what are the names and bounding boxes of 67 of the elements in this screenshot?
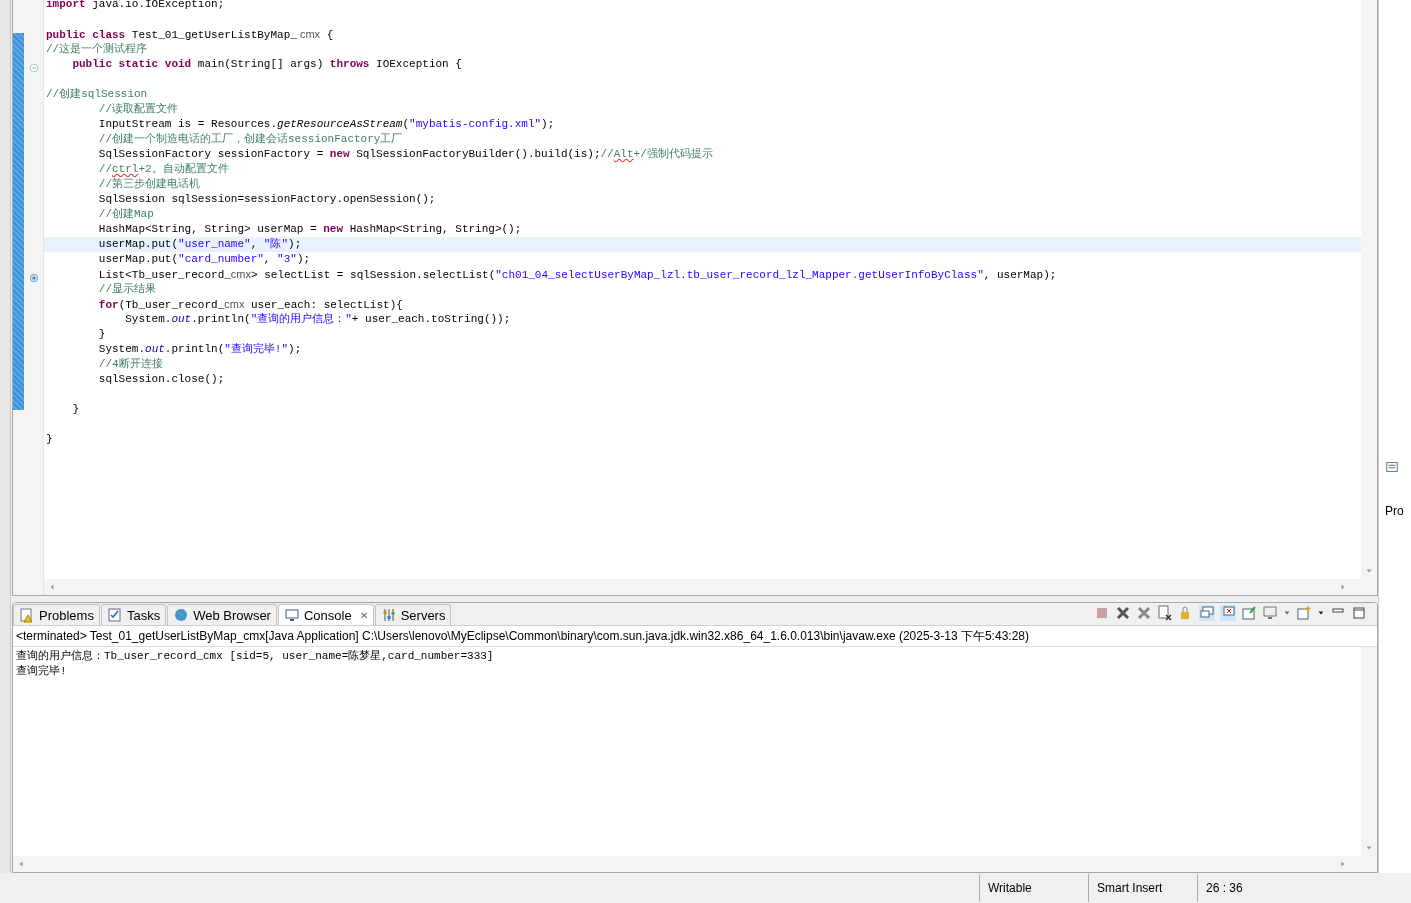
- code-editor[interactable]: [12, 0, 1378, 596]
- scroll-down-icon: [1365, 567, 1373, 575]
- dropdown-icon: [1317, 609, 1325, 617]
- code-line: //创建sqlSession: [45, 87, 149, 102]
- outline-icon: [1385, 460, 1399, 474]
- panel-tab[interactable]: Console ✕: [277, 604, 374, 625]
- code-line: SqlSessionFactory sessionFactory = new SqlSessionFactoryBuilder().build(is);//Alt+/强制代码提示: [97, 147, 714, 162]
- code-line: //ctrl+2。自动配置文件: [97, 162, 230, 177]
- display-icon[interactable]: [1262, 605, 1278, 621]
- code-line: //读取配置文件: [97, 102, 179, 117]
- maximize-icon[interactable]: [1351, 605, 1367, 621]
- pin-icon[interactable]: [1241, 605, 1257, 621]
- code-line: InputStream is = Resources.getResourceAsStream("mybatis-config.xml");: [97, 117, 556, 132]
- remove-icon[interactable]: [1115, 605, 1131, 621]
- status-text: Writable: [988, 881, 1032, 895]
- code-line: System.out.println("查询完毕!");: [97, 342, 303, 357]
- code-line: //这是一个测试程序: [45, 42, 149, 57]
- clear-console-icon[interactable]: [1157, 605, 1173, 621]
- code-line: public class Test_01_getUserListByMap_ cmx {: [45, 27, 335, 42]
- monitor-icon[interactable]: [1199, 605, 1215, 621]
- monitor-icon: [283, 607, 300, 623]
- tab-label: Servers: [400, 607, 446, 623]
- monitor-error-icon[interactable]: [1220, 605, 1236, 621]
- code-line: userMap.put("card_number", "3");: [97, 252, 312, 267]
- status-text: 26 : 36: [1206, 881, 1243, 895]
- console-output-line: 查询的用户信息：Tb_user_record_cmx [sid=5, user_name=陈梦星,card_number=333]: [16, 649, 495, 664]
- view-tab-label[interactable]: Pro: [1385, 504, 1404, 518]
- checklist-icon: [106, 607, 123, 623]
- code-line: //创建Map: [97, 207, 155, 222]
- scroll-down-icon: [1365, 844, 1373, 852]
- scroll-right-icon: [1339, 583, 1347, 591]
- tab-label: Web Browser: [193, 607, 271, 623]
- warning-icon: [19, 607, 35, 623]
- close-icon[interactable]: ✕: [359, 609, 368, 621]
- dropdown-icon: [1283, 609, 1291, 617]
- code-line: //第三步创建电话机: [97, 177, 201, 192]
- tab-label: Tasks: [126, 607, 161, 623]
- code-line: for(Tb_user_record_cmx user_each: selectList){: [97, 297, 404, 312]
- code-line: public static void main(String[] args) throws IOException {: [71, 57, 463, 72]
- code-line: import java.io.IOException;: [45, 0, 226, 12]
- code-line: //创建一个制造电话的工厂，创建会话sessionFactory工厂: [97, 132, 404, 147]
- code-line: List<Tb_user_record_cmx> selectList = sqlSession.selectList("ch01_04_selectUserByMap_lzl.tb_user_record_lzl_Mapper.getUserInfoByClass", userMap);: [97, 267, 1058, 282]
- remove-all-icon[interactable]: [1136, 605, 1152, 621]
- panel-tab[interactable]: Problems: [13, 604, 100, 625]
- code-line: HashMap<String, String> userMap = new HashMap<String, String>();: [97, 222, 523, 237]
- tab-label: Problems: [39, 607, 94, 623]
- panel-tab[interactable]: Web Browser: [167, 604, 277, 625]
- code-line: }: [71, 402, 80, 417]
- scroll-left-icon: [48, 583, 56, 591]
- panel-tab[interactable]: Tasks: [100, 604, 167, 625]
- console-header: <terminated> Test_01_getUserListByMap_cmx[Java Application] C:\Users\lenovo\MyEclipse\Common\binary\com.sun.java.jdk.win32.x86_64_1.6.0.013\bin\javaw.exe (2025-3-13 下午5:43:28): [13, 626, 1377, 647]
- code-line: sqlSession.close();: [97, 372, 226, 387]
- new-console-icon[interactable]: [1296, 605, 1312, 621]
- stop-icon[interactable]: [1094, 605, 1110, 621]
- scroll-left-icon: [17, 860, 25, 868]
- code-line: //显示结果: [97, 282, 157, 297]
- globe-icon: [173, 607, 190, 623]
- console-output-line: 查询完毕!: [16, 664, 68, 679]
- scroll-right-icon: [1339, 860, 1347, 868]
- code-line: //4断开连接: [97, 357, 164, 372]
- code-line: }: [45, 432, 54, 447]
- panel-tab[interactable]: Servers: [374, 604, 452, 625]
- tab-label: Console: [303, 607, 352, 623]
- status-text: Smart Insert: [1097, 881, 1163, 895]
- code-line: SqlSession sqlSession=sessionFactory.openSession();: [97, 192, 437, 207]
- code-line: System.out.println("查询的用户信息："+ user_each.toString());: [124, 312, 512, 327]
- code-line: }: [97, 327, 107, 342]
